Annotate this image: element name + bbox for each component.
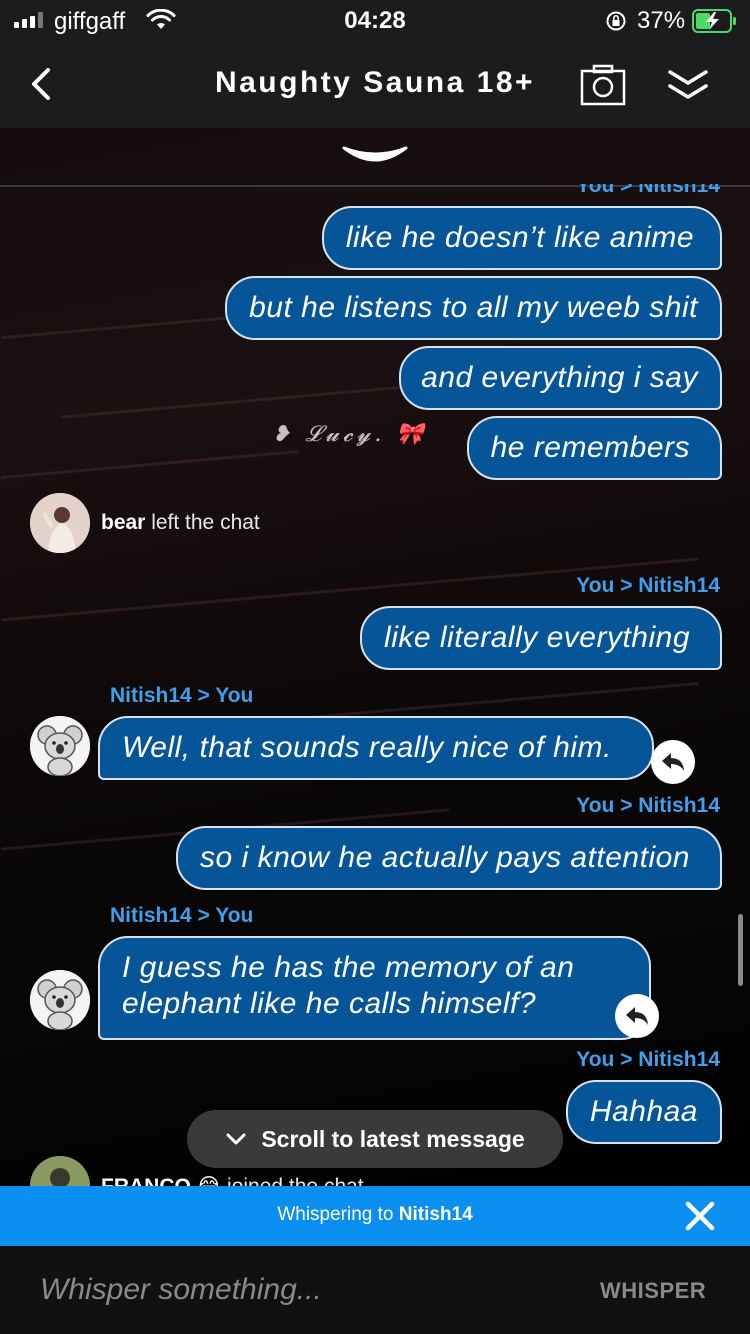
avatar[interactable] [30, 716, 90, 776]
message-text: he remembers [490, 431, 690, 464]
camera-icon[interactable] [580, 64, 626, 106]
reply-icon[interactable] [651, 740, 695, 784]
outgoing-message[interactable]: Hahhaa [565, 1080, 722, 1144]
message-text: and everything i say [421, 361, 698, 394]
outgoing-message[interactable]: but he listens to all my weeb shit [225, 276, 722, 340]
scroll-to-latest-button[interactable]: Scroll to latest message [187, 1110, 563, 1168]
message-text: so i know he actually pays attention [200, 841, 690, 874]
avatar[interactable] [30, 1156, 90, 1186]
koala-avatar-icon [30, 716, 90, 776]
chat-feed[interactable]: You > Nitish14 like he doesn’t like anim… [0, 128, 750, 1186]
chevron-left-icon[interactable] [26, 64, 56, 104]
system-username[interactable]: FRANCO 😂 [101, 1175, 221, 1186]
outgoing-message[interactable]: he remembers [466, 416, 722, 480]
whisper-label: You > Nitish14 [576, 574, 720, 597]
composer: WHISPER [0, 1246, 750, 1334]
chevron-down-icon [226, 1133, 246, 1145]
outgoing-message[interactable]: like literally everything [360, 606, 722, 670]
message-text: like he doesn’t like anime [345, 221, 694, 254]
message-text: like literally everything [384, 621, 690, 654]
user-photo [30, 493, 90, 553]
message-text: Hahhaa [589, 1095, 698, 1128]
outgoing-message[interactable]: like he doesn’t like anime [321, 206, 722, 270]
incoming-message[interactable]: Well, that sounds really nice of him. [98, 716, 654, 780]
avatar[interactable] [30, 970, 90, 1030]
double-chevron-down-icon[interactable] [666, 66, 710, 104]
avatar[interactable] [30, 493, 90, 553]
scrollbar[interactable] [738, 914, 743, 986]
rotation-lock-icon [606, 11, 626, 31]
whisper-send-button[interactable]: WHISPER [600, 1278, 706, 1304]
koala-avatar-icon [30, 970, 90, 1030]
message-text: but he listens to all my weeb shit [249, 291, 698, 324]
system-message: FRANCO 😂 joined the chat [101, 1174, 364, 1186]
room-title: Naughty Sauna 18+ [214, 66, 536, 99]
scroll-to-latest-label: Scroll to latest message [261, 1125, 525, 1152]
battery-charging-icon [692, 9, 736, 33]
whisper-label: You > Nitish14 [576, 794, 720, 817]
whisper-label: Nitish14 > You [110, 684, 254, 707]
close-icon[interactable] [684, 1200, 716, 1232]
system-text: joined the chat [221, 1175, 364, 1186]
whisper-target-bar: Whispering to Nitish14 [0, 1186, 750, 1246]
user-photo [30, 1156, 90, 1186]
chat-header: Naughty Sauna 18+ [0, 42, 750, 128]
status-bar: giffgaff 04:28 37% [0, 0, 750, 42]
outgoing-message[interactable]: so i know he actually pays attention [176, 826, 722, 890]
user-signature: ❥ 𝓛𝓾𝓬𝔂. 🎀 [272, 422, 428, 447]
incoming-message[interactable]: I guess he has the memory of an elephant… [98, 936, 651, 1040]
battery-percent: 37% [637, 7, 686, 34]
system-message: bear left the chat [101, 511, 260, 535]
whisper-label: Nitish14 > You [110, 904, 254, 927]
outgoing-message[interactable]: and everything i say [399, 346, 722, 410]
whisper-prefix: Whispering to [277, 1204, 399, 1225]
pull-down-handle-icon[interactable] [340, 144, 410, 170]
whisper-label: You > Nitish14 [576, 174, 720, 197]
whisper-target-label: Whispering to Nitish14 [0, 1204, 750, 1226]
message-text: I guess he has the memory of an elephant… [122, 951, 575, 1020]
whisper-target-name: Nitish14 [398, 1204, 473, 1225]
message-text: Well, that sounds really nice of him. [122, 731, 612, 764]
whisper-label: You > Nitish14 [576, 1048, 720, 1071]
system-username[interactable]: bear [101, 511, 145, 534]
system-text: left the chat [145, 511, 260, 534]
reply-icon[interactable] [615, 994, 659, 1038]
message-input[interactable] [40, 1270, 560, 1310]
